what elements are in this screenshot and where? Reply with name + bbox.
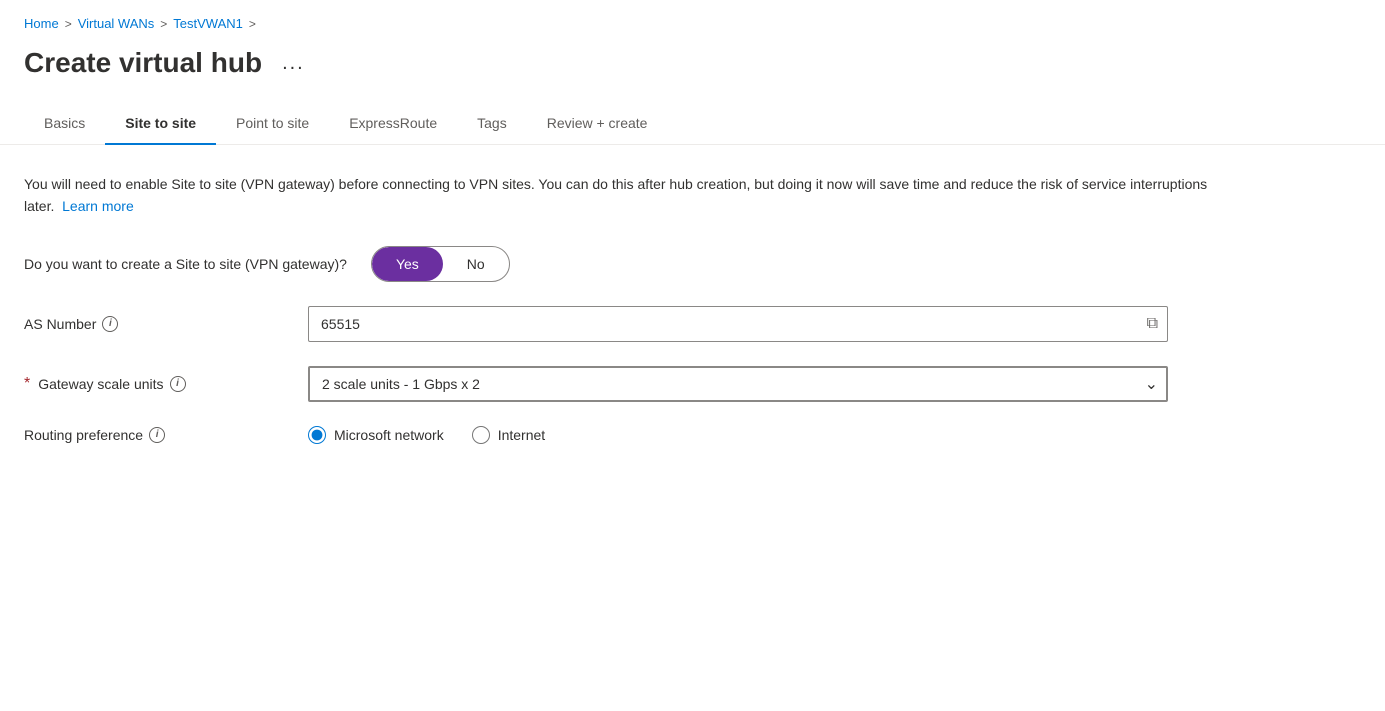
breadcrumb-sep-1: > bbox=[65, 17, 72, 31]
breadcrumb-sep-3: > bbox=[249, 17, 256, 31]
routing-internet-radio[interactable] bbox=[472, 426, 490, 444]
gateway-scale-units-row: Gateway scale units i 1 scale unit - 500… bbox=[24, 366, 1336, 402]
breadcrumb-home[interactable]: Home bbox=[24, 16, 59, 31]
breadcrumb-virtual-wans[interactable]: Virtual WANs bbox=[78, 16, 155, 31]
gateway-scale-units-select[interactable]: 1 scale unit - 500 Mbps x 2 2 scale unit… bbox=[308, 366, 1168, 402]
routing-microsoft-network-label: Microsoft network bbox=[334, 427, 444, 443]
toggle-yes-button[interactable]: Yes bbox=[372, 247, 443, 281]
routing-preference-radio-group: Microsoft network Internet bbox=[308, 426, 545, 444]
more-options-button[interactable]: ... bbox=[274, 48, 313, 79]
breadcrumb: Home > Virtual WANs > TestVWAN1 > bbox=[0, 0, 1385, 39]
breadcrumb-testvwan1[interactable]: TestVWAN1 bbox=[173, 16, 243, 31]
routing-preference-info-icon: i bbox=[149, 427, 165, 443]
vpn-question-row: Do you want to create a Site to site (VP… bbox=[24, 246, 1336, 282]
routing-microsoft-network-option[interactable]: Microsoft network bbox=[308, 426, 444, 444]
page-header: Create virtual hub ... bbox=[0, 39, 1385, 103]
tab-expressroute[interactable]: ExpressRoute bbox=[329, 103, 457, 145]
routing-preference-row: Routing preference i Microsoft network I… bbox=[24, 426, 1336, 444]
toggle-no-button[interactable]: No bbox=[443, 247, 509, 281]
page-title: Create virtual hub bbox=[24, 47, 262, 79]
routing-internet-option[interactable]: Internet bbox=[472, 426, 545, 444]
main-content: You will need to enable Site to site (VP… bbox=[0, 145, 1360, 496]
tab-tags[interactable]: Tags bbox=[457, 103, 527, 145]
as-number-input[interactable] bbox=[308, 306, 1168, 342]
as-number-info-icon: i bbox=[102, 316, 118, 332]
routing-preference-label: Routing preference i bbox=[24, 427, 284, 443]
gateway-scale-units-select-wrapper: 1 scale unit - 500 Mbps x 2 2 scale unit… bbox=[308, 366, 1168, 402]
gateway-scale-units-info-icon: i bbox=[170, 376, 186, 392]
as-number-row: AS Number i ⧉ bbox=[24, 306, 1336, 342]
tab-bar: Basics Site to site Point to site Expres… bbox=[0, 103, 1385, 145]
routing-internet-label: Internet bbox=[498, 427, 545, 443]
gateway-scale-units-label: Gateway scale units i bbox=[24, 375, 284, 393]
vpn-toggle-group: Yes No bbox=[371, 246, 510, 282]
as-number-input-wrapper: ⧉ bbox=[308, 306, 1168, 342]
tab-site-to-site[interactable]: Site to site bbox=[105, 103, 216, 145]
routing-microsoft-network-radio[interactable] bbox=[308, 426, 326, 444]
tab-basics[interactable]: Basics bbox=[24, 103, 105, 145]
tab-point-to-site[interactable]: Point to site bbox=[216, 103, 329, 145]
copy-icon[interactable]: ⧉ bbox=[1147, 315, 1158, 333]
vpn-question-label: Do you want to create a Site to site (VP… bbox=[24, 256, 347, 272]
breadcrumb-sep-2: > bbox=[160, 17, 167, 31]
tab-review-create[interactable]: Review + create bbox=[527, 103, 668, 145]
info-text: You will need to enable Site to site (VP… bbox=[24, 173, 1224, 218]
as-number-label: AS Number i bbox=[24, 316, 284, 332]
learn-more-link[interactable]: Learn more bbox=[62, 198, 134, 214]
